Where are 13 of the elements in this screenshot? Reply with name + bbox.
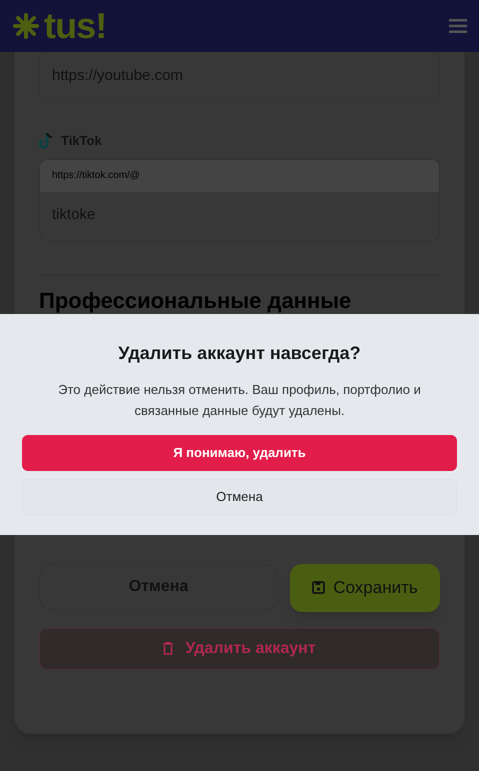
dialog-title: Удалить аккаунт навсегда? [118,342,361,365]
logo-text[interactable]: tus! [44,8,106,44]
delete-account-button[interactable]: Удалить аккаунт [39,628,440,670]
music-note-icon [39,132,53,150]
menu-icon[interactable] [449,19,467,33]
section-heading: Профессиональные данные [39,288,352,314]
save-button[interactable]: Сохранить [290,564,440,612]
dialog-cancel-button[interactable]: Отмена [22,479,457,515]
dialog-message: Это действие нельзя отменить. Ваш профиль, портфолио и связанные данные будут удалены. [57,381,422,420]
asterisk-logo-icon [12,12,40,40]
trash-icon [163,642,174,655]
confirm-delete-button[interactable]: Я понимаю, удалить [22,435,457,471]
url-prefix: https://tiktok.com/@ [40,160,439,192]
